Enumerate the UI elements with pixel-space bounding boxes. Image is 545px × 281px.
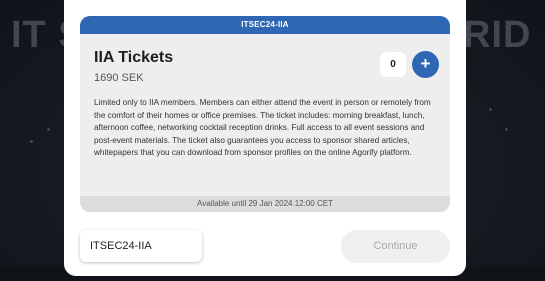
ticket-modal: ITSEC24-IIA IIA Tickets 1690 SEK 0 + Lim… <box>64 0 466 276</box>
ticket-card: ITSEC24-IIA IIA Tickets 1690 SEK 0 + Lim… <box>80 16 450 212</box>
ticket-card-header: ITSEC24-IIA <box>80 16 450 34</box>
plus-icon: + <box>420 54 431 73</box>
add-ticket-button[interactable]: + <box>412 51 439 78</box>
quantity-display: 0 <box>380 52 406 77</box>
promo-code-field[interactable]: ITSEC24-IIA <box>80 230 202 262</box>
ticket-price: 1690 SEK <box>94 72 144 84</box>
ticket-description: Limited only to IIA members. Members can… <box>94 98 431 158</box>
continue-button[interactable]: Continue <box>341 230 450 263</box>
availability-note: Available until 29 Jan 2024 12:00 CET <box>80 196 450 212</box>
ticket-name: IIA Tickets <box>94 49 174 66</box>
